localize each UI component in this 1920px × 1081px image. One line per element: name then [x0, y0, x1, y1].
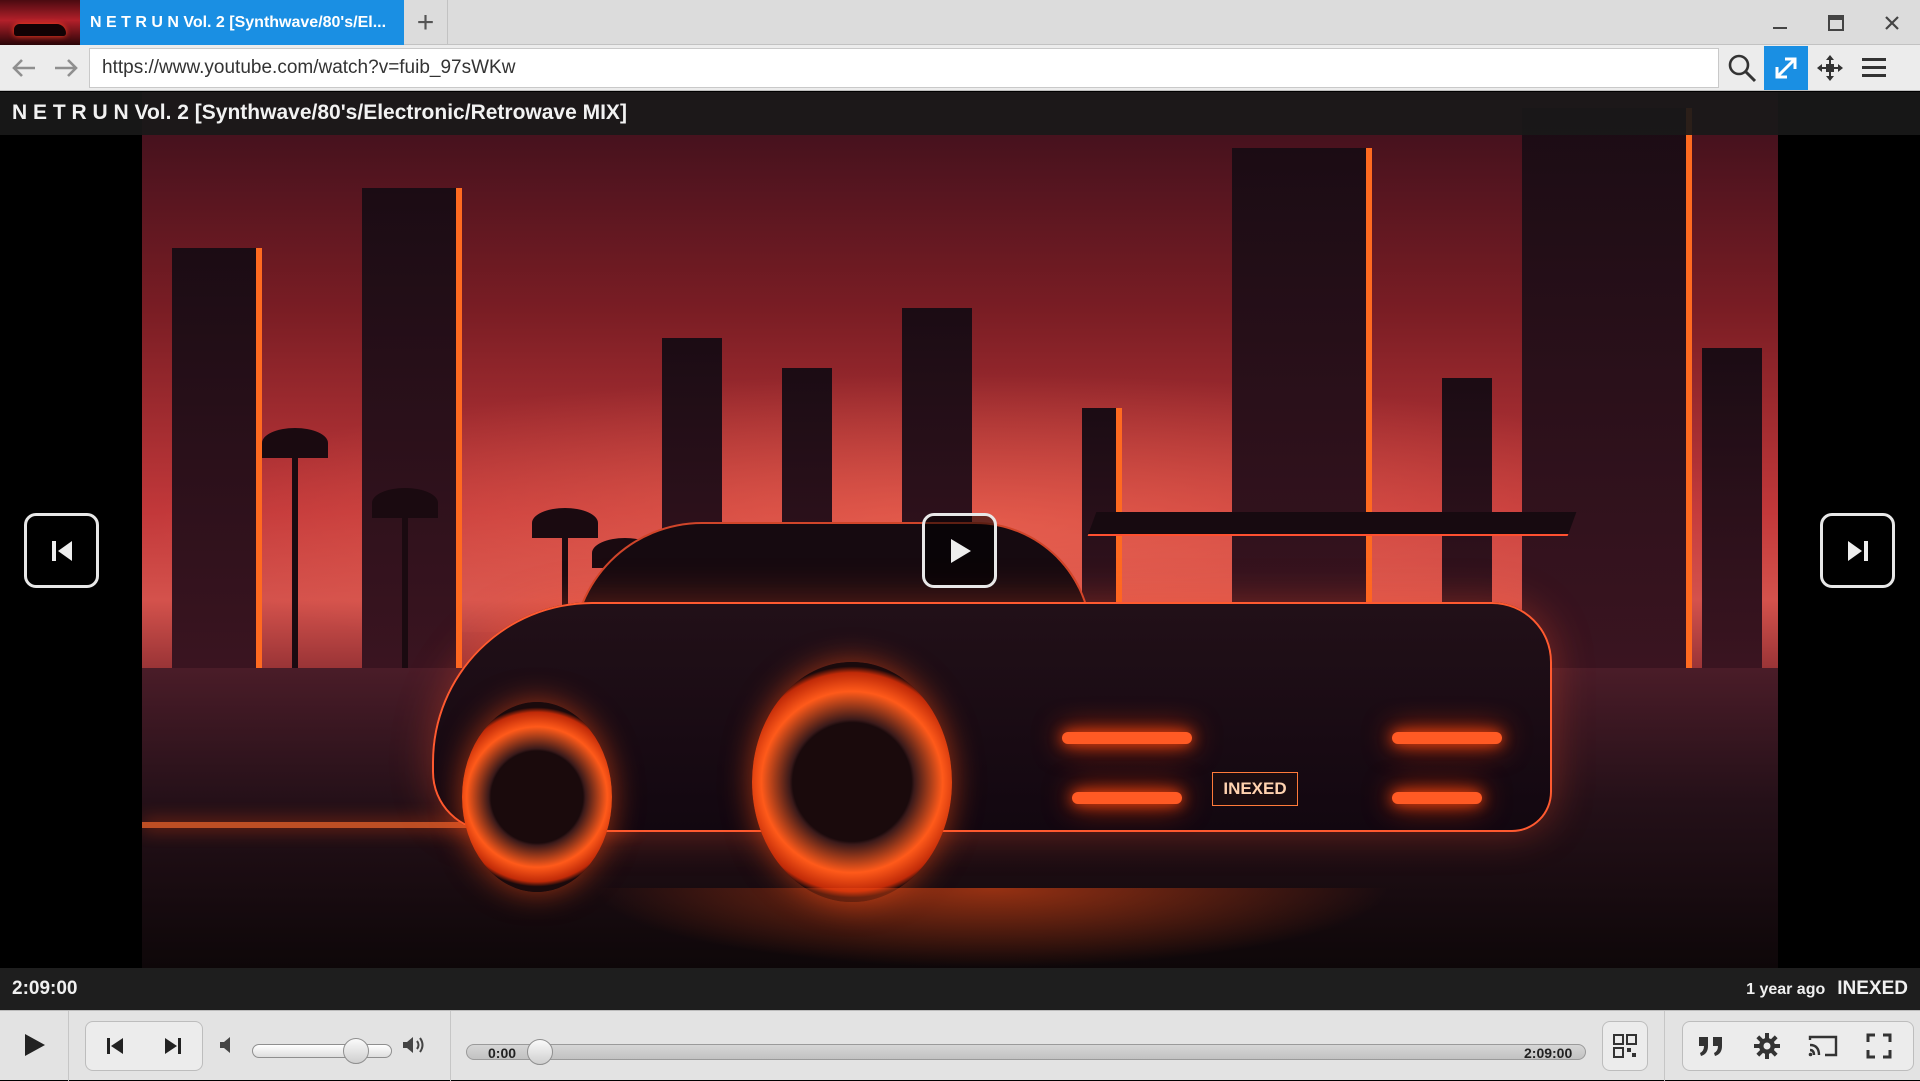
- plus-icon: +: [416, 5, 435, 39]
- skip-previous-icon: [107, 1038, 123, 1054]
- back-button[interactable]: [2, 45, 46, 91]
- minimize-icon: [1773, 26, 1787, 29]
- window-controls: [1752, 0, 1920, 45]
- play-overlay-button[interactable]: [922, 513, 997, 588]
- fullscreen-button[interactable]: [1851, 1022, 1907, 1070]
- fullscreen-icon: [1866, 1033, 1892, 1059]
- title-bar: N E T R U N Vol. 2 [Synthwave/80's/El...…: [0, 0, 1920, 45]
- upload-age: 1 year ago: [1746, 981, 1826, 998]
- mute-button[interactable]: [212, 1021, 242, 1069]
- maximize-icon: [1828, 14, 1844, 31]
- close-button[interactable]: [1864, 0, 1920, 45]
- quote-icon: [1699, 1037, 1722, 1056]
- search-icon: [1728, 54, 1757, 83]
- expand-icon: [1775, 57, 1797, 79]
- license-plate: INEXED: [1212, 772, 1298, 806]
- search-button[interactable]: [1720, 46, 1764, 90]
- maximize-button[interactable]: [1808, 0, 1864, 45]
- skip-next-icon: [165, 1038, 181, 1054]
- seek-bar[interactable]: [466, 1044, 1586, 1060]
- channel-name[interactable]: INEXED: [1837, 978, 1908, 1000]
- close-icon: [1885, 15, 1899, 30]
- menu-button[interactable]: [1852, 46, 1896, 90]
- play-button[interactable]: [8, 1021, 60, 1069]
- video-title-bar: N E T R U N Vol. 2 [Synthwave/80's/Elect…: [0, 92, 1920, 135]
- arrow-left-icon: [12, 59, 35, 77]
- play-icon: [25, 1034, 45, 1056]
- qr-code-button[interactable]: [1602, 1021, 1648, 1071]
- browser-tab[interactable]: N E T R U N Vol. 2 [Synthwave/80's/El...: [0, 0, 404, 45]
- play-icon: [950, 538, 971, 563]
- current-time: 0:00: [488, 1045, 517, 1061]
- volume-low-icon: [220, 1037, 230, 1053]
- track-nav-group: [85, 1021, 203, 1071]
- gear-icon: [1754, 1033, 1780, 1059]
- total-time: 2:09:00: [1524, 1045, 1573, 1061]
- video-player[interactable]: N E T R U N Vol. 2 [Synthwave/80's/Elect…: [0, 92, 1920, 1010]
- skip-next-icon: [1847, 540, 1868, 561]
- previous-track-button[interactable]: [24, 513, 99, 588]
- address-bar: https://www.youtube.com/watch?v=fuib_97s…: [0, 45, 1920, 91]
- captions-button[interactable]: [1683, 1022, 1739, 1070]
- extra-controls-group: [1682, 1021, 1914, 1071]
- player-controls: 0:00 2:09:00: [0, 1010, 1920, 1081]
- seek-handle[interactable]: [527, 1039, 553, 1065]
- tab-thumbnail: [0, 0, 80, 45]
- arrow-right-icon: [55, 59, 78, 77]
- volume-handle[interactable]: [343, 1038, 369, 1064]
- video-title: N E T R U N Vol. 2 [Synthwave/80's/Elect…: [12, 101, 627, 124]
- video-meta: 1 year ago INEXED: [1746, 978, 1908, 1000]
- next-button[interactable]: [144, 1022, 202, 1070]
- video-info-bar: 2:09:00 1 year ago INEXED: [0, 968, 1920, 1010]
- skip-previous-icon: [51, 540, 72, 561]
- cast-button[interactable]: [1795, 1022, 1851, 1070]
- forward-button[interactable]: [44, 45, 88, 91]
- minimize-button[interactable]: [1752, 0, 1808, 45]
- cast-icon: [1808, 1035, 1838, 1057]
- duration-label: 2:09:00: [12, 978, 78, 999]
- new-tab-button[interactable]: +: [404, 0, 448, 45]
- url-field[interactable]: https://www.youtube.com/watch?v=fuib_97s…: [89, 48, 1719, 88]
- expand-button[interactable]: [1764, 46, 1808, 90]
- move-icon: [1817, 55, 1843, 81]
- volume-high-icon: [403, 1037, 424, 1053]
- menu-icon: [1862, 58, 1886, 77]
- volume-max-button[interactable]: [398, 1021, 432, 1069]
- move-button[interactable]: [1808, 46, 1852, 90]
- volume-slider[interactable]: [252, 1044, 392, 1058]
- tab-title: N E T R U N Vol. 2 [Synthwave/80's/El...: [90, 13, 387, 31]
- settings-button[interactable]: [1739, 1022, 1795, 1070]
- next-track-button[interactable]: [1820, 513, 1895, 588]
- qr-code-icon: [1613, 1034, 1637, 1058]
- previous-button[interactable]: [86, 1022, 144, 1070]
